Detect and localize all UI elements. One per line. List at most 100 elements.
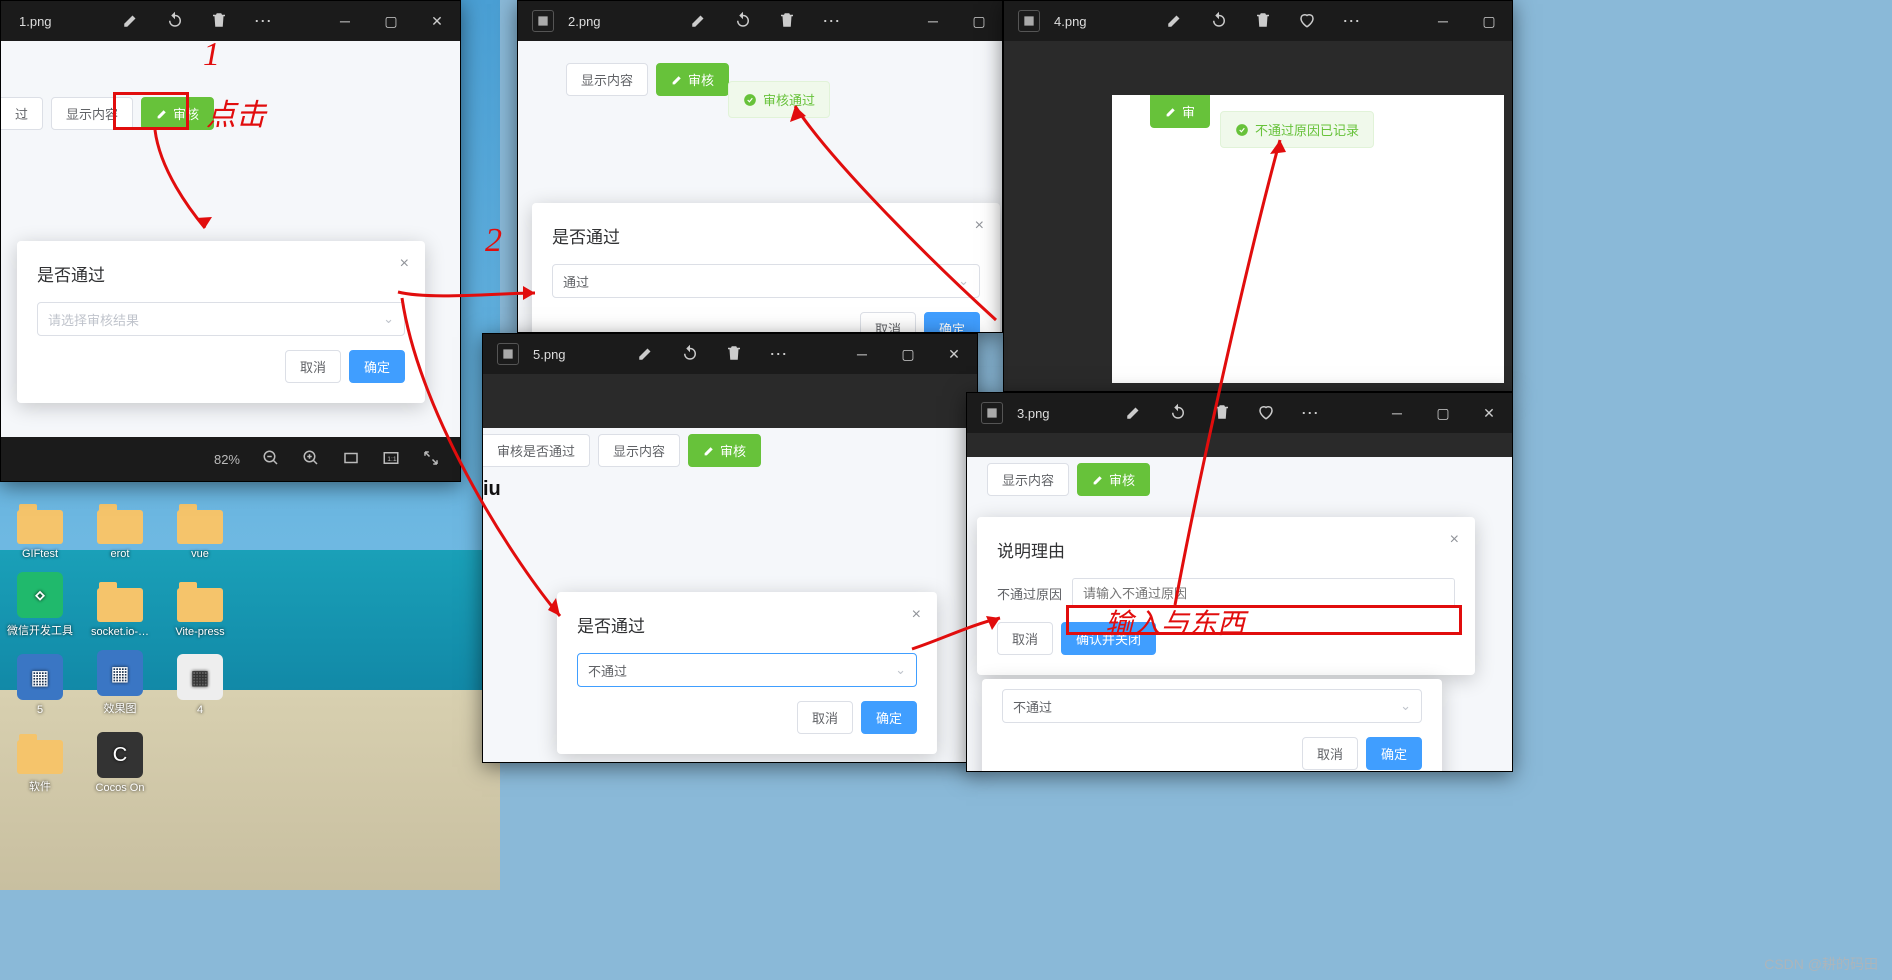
more-icon[interactable]: ⋯ bbox=[1301, 403, 1319, 424]
rotate-icon[interactable] bbox=[734, 11, 752, 32]
trash-icon[interactable] bbox=[1213, 403, 1231, 424]
show-content-button[interactable]: 显示内容 bbox=[598, 434, 680, 467]
desktop-image[interactable]: ▦4 bbox=[165, 646, 235, 716]
minimize-button[interactable]: ─ bbox=[839, 334, 885, 374]
maximize-button[interactable]: ▢ bbox=[956, 1, 1002, 41]
close-button[interactable]: ✕ bbox=[1466, 393, 1512, 433]
cancel-button[interactable]: 取消 bbox=[797, 701, 853, 734]
trash-icon[interactable] bbox=[778, 11, 796, 32]
maximize-button[interactable]: ▢ bbox=[368, 1, 414, 41]
desktop-app[interactable]: ⋄微信开发工具 bbox=[5, 568, 75, 638]
titlebar[interactable]: 5.png ⋯ ─ ▢ ✕ bbox=[483, 334, 977, 374]
pass-tag: 过 bbox=[1, 97, 43, 130]
minimize-button[interactable]: ─ bbox=[1420, 1, 1466, 41]
more-icon[interactable]: ⋯ bbox=[254, 11, 272, 32]
trash-icon[interactable] bbox=[725, 344, 743, 365]
titlebar[interactable]: 3.png ⋯ ─ ▢ ✕ bbox=[967, 393, 1512, 433]
rotate-icon[interactable] bbox=[1210, 11, 1228, 32]
show-content-button[interactable]: 显示内容 bbox=[987, 463, 1069, 496]
zoom-in-icon[interactable] bbox=[302, 449, 320, 470]
desktop-icons: GIFtest erot vue ⋄微信开发工具 socket.io-… Vit… bbox=[5, 490, 265, 794]
maximize-button[interactable]: ▢ bbox=[1466, 1, 1512, 41]
cancel-button[interactable]: 取消 bbox=[285, 350, 341, 383]
desktop-image[interactable]: ▦效果图 bbox=[85, 646, 155, 716]
reason-input[interactable] bbox=[1072, 578, 1455, 608]
pass-dialog: 是否通过 × 不通过 ⌄ 取消 确定 bbox=[557, 592, 937, 754]
ok-button[interactable]: 确定 bbox=[924, 312, 980, 333]
confirm-close-button[interactable]: 确认并关闭 bbox=[1061, 622, 1156, 655]
cancel-button[interactable]: 取消 bbox=[1302, 737, 1358, 770]
edit-icon[interactable] bbox=[1125, 403, 1143, 424]
result-select[interactable]: 不通过 ⌄ bbox=[577, 653, 917, 687]
actual-size-icon[interactable]: 1:1 bbox=[382, 449, 400, 470]
fullscreen-icon[interactable] bbox=[422, 449, 440, 470]
dialog-title: 是否通过 bbox=[577, 612, 917, 637]
reason-label: 不通过原因 bbox=[997, 584, 1062, 603]
edit-icon[interactable] bbox=[690, 11, 708, 32]
result-select[interactable]: 通过 ⌄ bbox=[552, 264, 980, 298]
desktop-app[interactable]: CCocos On bbox=[85, 724, 155, 794]
maximize-button[interactable]: ▢ bbox=[885, 334, 931, 374]
trash-icon[interactable] bbox=[210, 11, 228, 32]
close-icon[interactable]: × bbox=[1450, 531, 1459, 549]
audit-button[interactable]: 审核 bbox=[656, 63, 729, 96]
rotate-icon[interactable] bbox=[166, 11, 184, 32]
cancel-button[interactable]: 取消 bbox=[860, 312, 916, 333]
heart-icon[interactable] bbox=[1257, 403, 1275, 424]
close-icon[interactable]: × bbox=[400, 255, 409, 273]
close-button[interactable]: ✕ bbox=[931, 334, 977, 374]
result-select[interactable]: 请选择审核结果 ⌄ bbox=[37, 302, 405, 336]
more-icon[interactable]: ⋯ bbox=[1342, 11, 1360, 32]
close-icon[interactable]: × bbox=[975, 217, 984, 235]
page-body: 显示内容 审核 审核通过 是否通过 × 通过 ⌄ 取消 确定 bbox=[518, 41, 1002, 332]
minimize-button[interactable]: ─ bbox=[910, 1, 956, 41]
more-icon[interactable]: ⋯ bbox=[769, 344, 787, 365]
desktop-folder[interactable]: 软件 bbox=[5, 724, 75, 794]
desktop-image[interactable]: ▦5 bbox=[5, 646, 75, 716]
minimize-button[interactable]: ─ bbox=[322, 1, 368, 41]
titlebar[interactable]: 1.png ⋯ ─ ▢ ✕ bbox=[1, 1, 460, 41]
filename: 5.png bbox=[533, 347, 566, 362]
rotate-icon[interactable] bbox=[681, 344, 699, 365]
trash-icon[interactable] bbox=[1254, 11, 1272, 32]
cancel-button[interactable]: 取消 bbox=[997, 622, 1053, 655]
filename: 1.png bbox=[19, 14, 52, 29]
fit-icon[interactable] bbox=[342, 449, 360, 470]
more-icon[interactable]: ⋯ bbox=[822, 11, 840, 32]
minimize-button[interactable]: ─ bbox=[1374, 393, 1420, 433]
pass-dialog: 是否通过 × 请选择审核结果 ⌄ 取消 确定 bbox=[17, 241, 425, 403]
close-button[interactable]: ✕ bbox=[414, 1, 460, 41]
desktop-folder[interactable]: vue bbox=[165, 490, 235, 560]
edit-icon[interactable] bbox=[1166, 11, 1184, 32]
titlebar[interactable]: 2.png ⋯ ─ ▢ bbox=[518, 1, 1002, 41]
chevron-down-icon: ⌄ bbox=[1400, 698, 1411, 714]
maximize-button[interactable]: ▢ bbox=[1420, 393, 1466, 433]
reason-dialog: 说明理由 × 不通过原因 取消 确认并关闭 bbox=[977, 517, 1475, 675]
edit-icon[interactable] bbox=[122, 11, 140, 32]
desktop-folder[interactable]: erot bbox=[85, 490, 155, 560]
dialog-title: 是否通过 bbox=[37, 261, 405, 286]
ok-button[interactable]: 确定 bbox=[349, 350, 405, 383]
show-content-button[interactable]: 显示内容 bbox=[51, 97, 133, 130]
titlebar[interactable]: 4.png ⋯ ─ ▢ bbox=[1004, 1, 1512, 41]
audit-button[interactable]: 审核 bbox=[688, 434, 761, 467]
audit-button[interactable]: 审核 bbox=[141, 97, 214, 130]
audit-button[interactable]: 审核 bbox=[1077, 463, 1150, 496]
desktop-folder[interactable]: Vite-press bbox=[165, 568, 235, 638]
zoom-out-icon[interactable] bbox=[262, 449, 280, 470]
heart-icon[interactable] bbox=[1298, 11, 1316, 32]
desktop-folder[interactable]: GIFtest bbox=[5, 490, 75, 560]
window-2: 2.png ⋯ ─ ▢ 显示内容 审核 审核通过 bbox=[517, 0, 1003, 333]
success-toast: 审核通过 bbox=[728, 81, 830, 118]
edit-icon[interactable] bbox=[637, 344, 655, 365]
audit-button[interactable]: 审 bbox=[1150, 95, 1210, 128]
ok-button[interactable]: 确定 bbox=[1366, 737, 1422, 770]
show-content-button[interactable]: 显示内容 bbox=[566, 63, 648, 96]
window-3: 3.png ⋯ ─ ▢ ✕ 显示内容 审核 说明理由 bbox=[966, 392, 1513, 772]
close-icon[interactable]: × bbox=[912, 606, 921, 624]
page-body: 审 不通过原因已记录 bbox=[1112, 95, 1504, 383]
ok-button[interactable]: 确定 bbox=[861, 701, 917, 734]
rotate-icon[interactable] bbox=[1169, 403, 1187, 424]
result-select[interactable]: 不通过 ⌄ bbox=[1002, 689, 1422, 723]
desktop-folder[interactable]: socket.io-… bbox=[85, 568, 155, 638]
